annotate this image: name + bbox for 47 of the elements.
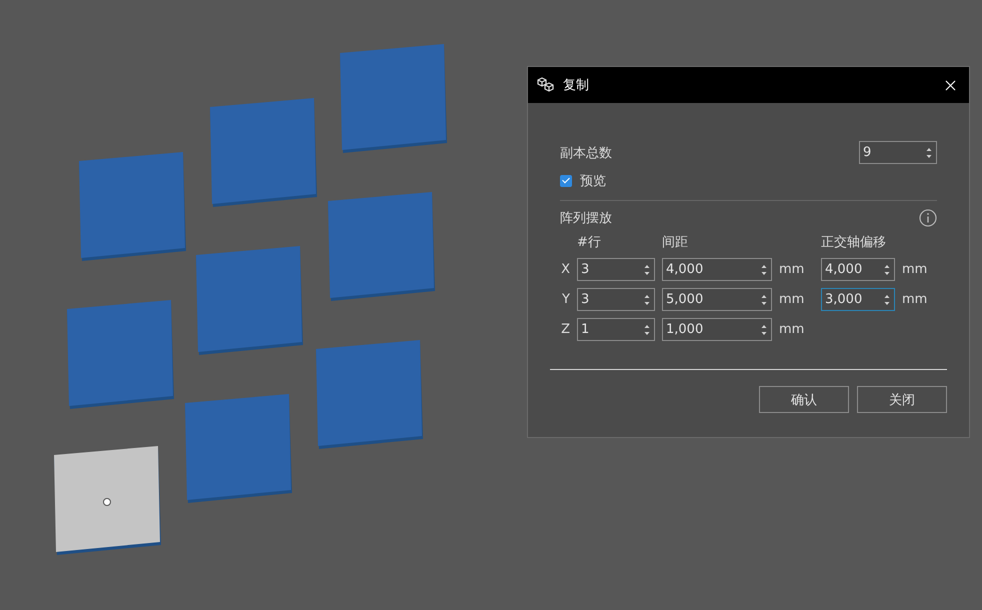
field-value: 3 [581,262,590,277]
field-value: 3,000 [825,292,862,307]
field-value: 4,000 [666,262,704,277]
axis-label: Z [560,322,570,337]
offset-field[interactable]: 3,000 [821,288,895,311]
offset-field[interactable]: 4,000 [821,258,895,281]
unit-label: mm [902,262,928,277]
axis-label: Y [561,292,570,307]
column-header: 正交轴偏移 [821,234,887,251]
field-value: 4,000 [825,262,862,277]
confirm-button[interactable]: 确认 [759,386,849,413]
unit-label: mm [779,292,806,307]
spacing-field[interactable]: 1,000 [662,318,772,341]
close-dialog-button[interactable]: 关闭 [857,386,947,413]
stepper-arrows-icon[interactable] [926,146,932,158]
dialog-title: 复制 [563,77,590,94]
axis-label: X [560,262,570,277]
unit-label: mm [902,292,928,307]
field-value: 3 [581,292,590,307]
unit-label: mm [779,262,806,277]
column-header: 间距 [662,234,689,251]
unit-label: mm [779,322,806,337]
count-field[interactable]: 3 [577,258,655,281]
stepper-arrows-icon[interactable] [884,264,890,276]
field-value: 9 [863,145,872,160]
stepper-arrows-icon[interactable] [644,324,650,336]
field-label: 副本总数 [560,144,612,162]
stepper-arrows-icon[interactable] [644,264,650,276]
info-icon[interactable] [919,209,937,227]
copies-field[interactable]: 9 [859,141,937,164]
preview-checkbox[interactable] [560,175,572,187]
column-header: #行 [577,234,602,251]
section-title: 阵列摆放 [560,210,612,227]
count-field[interactable]: 1 [577,318,655,341]
stepper-arrows-icon[interactable] [884,294,890,306]
field-value: 1,000 [666,322,704,337]
cubes-icon [537,77,555,93]
stepper-arrows-icon[interactable] [761,324,767,336]
stepper-arrows-icon[interactable] [644,294,650,306]
stepper-arrows-icon[interactable] [761,264,767,276]
spacing-field[interactable]: 4,000 [662,258,772,281]
field-value: 5,000 [666,292,704,307]
spacing-field[interactable]: 5,000 [662,288,772,311]
count-field[interactable]: 3 [577,288,655,311]
checkbox-label: 预览 [580,173,606,190]
field-value: 1 [581,322,590,337]
stepper-arrows-icon[interactable] [761,294,767,306]
